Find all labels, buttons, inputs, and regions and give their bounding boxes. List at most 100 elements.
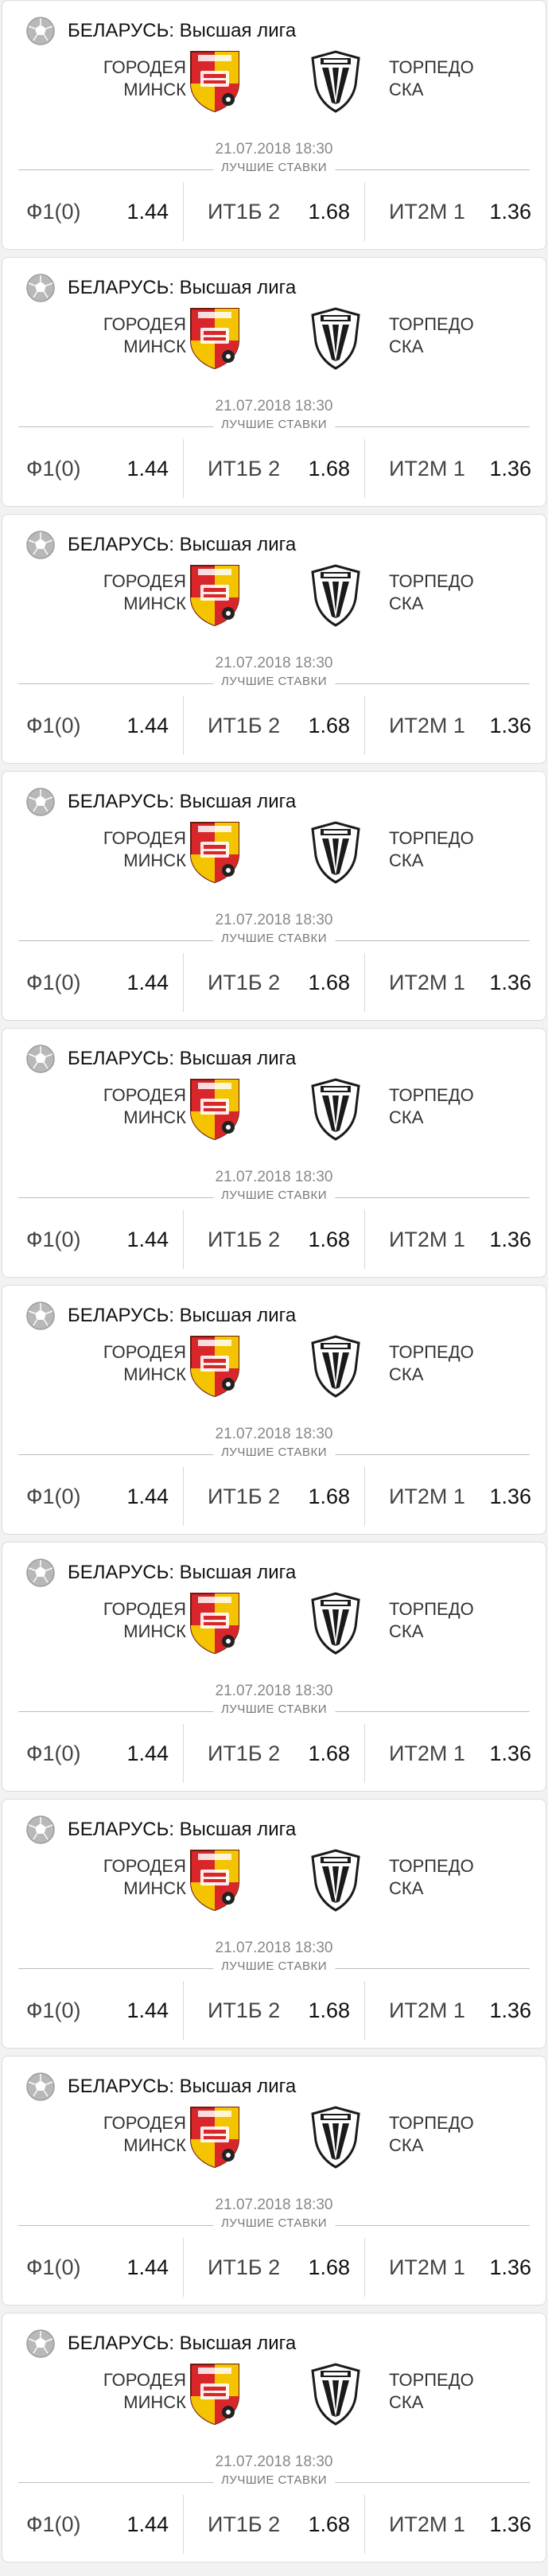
best-bets-divider: ЛУЧШИЕ СТАВКИ xyxy=(18,1189,530,1202)
odd-value: 1.44 xyxy=(126,199,169,224)
match-datetime: 21.07.2018 18:30 xyxy=(215,398,333,414)
match-card[interactable]: БЕЛАРУСЬ: Высшая лига ГОРОДЕЯ МИНСК ТОРП… xyxy=(2,0,546,250)
away-team-line: ТОРПЕДО xyxy=(389,2113,474,2133)
odd-name: ИТ2М 1 xyxy=(389,2512,465,2536)
odd-button[interactable]: ИТ1Б 2 1.68 xyxy=(183,696,364,755)
away-team-logo xyxy=(311,821,360,884)
odd-value: 1.44 xyxy=(126,2512,169,2536)
odd-name: ИТ2М 1 xyxy=(389,713,465,737)
odd-button[interactable]: ИТ2М 1 1.36 xyxy=(364,2495,546,2554)
odd-button[interactable]: Ф1(0) 1.44 xyxy=(2,2495,183,2554)
odd-button[interactable]: ИТ1Б 2 1.68 xyxy=(183,182,364,241)
match-card[interactable]: БЕЛАРУСЬ: Высшая лига ГОРОДЕЯ МИНСК ТОРП… xyxy=(2,514,546,764)
odd-button[interactable]: ИТ1Б 2 1.68 xyxy=(183,1981,364,2040)
home-team-logo xyxy=(190,51,239,113)
odd-value: 1.44 xyxy=(126,1484,169,1508)
home-team-logo xyxy=(190,565,239,627)
odd-button[interactable]: ИТ2М 1 1.36 xyxy=(364,1467,546,1526)
odd-button[interactable]: ИТ2М 1 1.36 xyxy=(364,1210,546,1269)
home-team-line: МИНСК xyxy=(123,2135,186,2155)
match-card[interactable]: БЕЛАРУСЬ: Высшая лига ГОРОДЕЯ МИНСК ТОРП… xyxy=(2,1542,546,1792)
odd-value: 1.36 xyxy=(489,970,531,994)
odd-button[interactable]: Ф1(0) 1.44 xyxy=(2,182,183,241)
match-card[interactable]: БЕЛАРУСЬ: Высшая лига ГОРОДЕЯ МИНСК ТОРП… xyxy=(2,1285,546,1535)
home-team-name: ГОРОДЕЯ МИНСК xyxy=(27,2369,186,2414)
odd-button[interactable]: ИТ2М 1 1.36 xyxy=(364,696,546,755)
league-name: БЕЛАРУСЬ: Высшая лига xyxy=(68,2333,297,2354)
soccer-ball-icon xyxy=(26,2072,55,2101)
away-team-name: ТОРПЕДО СКА xyxy=(389,1855,548,1900)
away-team-name: ТОРПЕДО СКА xyxy=(389,313,548,358)
away-team-name: ТОРПЕДО СКА xyxy=(389,570,548,615)
soccer-ball-icon xyxy=(26,274,55,302)
away-team-name: ТОРПЕДО СКА xyxy=(389,827,548,872)
odd-button[interactable]: Ф1(0) 1.44 xyxy=(2,439,183,498)
odd-button[interactable]: Ф1(0) 1.44 xyxy=(2,1724,183,1783)
odd-value: 1.36 xyxy=(489,199,531,224)
away-team-name: ТОРПЕДО СКА xyxy=(389,1341,548,1386)
match-card[interactable]: БЕЛАРУСЬ: Высшая лига ГОРОДЕЯ МИНСК ТОРП… xyxy=(2,1028,546,1278)
best-bets-label: ЛУЧШИЕ СТАВКИ xyxy=(212,1446,336,1459)
odd-button[interactable]: ИТ1Б 2 1.68 xyxy=(183,953,364,1012)
best-bets-divider: ЛУЧШИЕ СТАВКИ xyxy=(18,932,530,945)
home-team-line: ГОРОДЕЯ xyxy=(103,2370,186,2390)
odd-button[interactable]: ИТ2М 1 1.36 xyxy=(364,1981,546,2040)
odd-button[interactable]: ИТ1Б 2 1.68 xyxy=(183,439,364,498)
odd-button[interactable]: Ф1(0) 1.44 xyxy=(2,696,183,755)
league-header: БЕЛАРУСЬ: Высшая лига xyxy=(25,1300,296,1332)
odd-button[interactable]: ИТ2М 1 1.36 xyxy=(364,2238,546,2297)
league-header: БЕЛАРУСЬ: Высшая лига xyxy=(25,2328,296,2360)
odd-button[interactable]: ИТ1Б 2 1.68 xyxy=(183,2495,364,2554)
odd-button[interactable]: ИТ2М 1 1.36 xyxy=(364,439,546,498)
away-team-name: ТОРПЕДО СКА xyxy=(389,1084,548,1129)
odd-button[interactable]: ИТ2М 1 1.36 xyxy=(364,953,546,1012)
odd-value: 1.68 xyxy=(308,2512,350,2536)
away-team-logo xyxy=(311,307,360,370)
odd-button[interactable]: ИТ1Б 2 1.68 xyxy=(183,1724,364,1783)
odd-button[interactable]: Ф1(0) 1.44 xyxy=(2,1467,183,1526)
odds-row: Ф1(0) 1.44 ИТ1Б 2 1.68 ИТ2М 1 1.36 xyxy=(2,2495,546,2554)
away-team-logo xyxy=(311,2106,360,2169)
league-name: БЕЛАРУСЬ: Высшая лига xyxy=(68,1305,297,1326)
match-card[interactable]: БЕЛАРУСЬ: Высшая лига ГОРОДЕЯ МИНСК ТОРП… xyxy=(2,257,546,507)
odd-value: 1.68 xyxy=(308,2255,350,2279)
match-card[interactable]: БЕЛАРУСЬ: Высшая лига ГОРОДЕЯ МИНСК ТОРП… xyxy=(2,1799,546,2049)
match-card[interactable]: БЕЛАРУСЬ: Высшая лига ГОРОДЕЯ МИНСК ТОРП… xyxy=(2,2056,546,2306)
odd-name: Ф1(0) xyxy=(26,713,81,737)
odd-name: Ф1(0) xyxy=(26,456,81,481)
league-header: БЕЛАРУСЬ: Высшая лига xyxy=(25,1814,296,1846)
best-bets-divider: ЛУЧШИЕ СТАВКИ xyxy=(18,1702,530,1716)
odd-button[interactable]: ИТ1Б 2 1.68 xyxy=(183,1467,364,1526)
odd-button[interactable]: ИТ1Б 2 1.68 xyxy=(183,2238,364,2297)
odd-name: Ф1(0) xyxy=(26,2255,81,2279)
match-datetime: 21.07.2018 18:30 xyxy=(215,1940,333,1956)
best-bets-label: ЛУЧШИЕ СТАВКИ xyxy=(212,1959,336,1973)
best-bets-label: ЛУЧШИЕ СТАВКИ xyxy=(212,675,336,688)
away-team-name: ТОРПЕДО СКА xyxy=(389,2369,548,2414)
away-team-logo xyxy=(311,2363,360,2426)
odd-button[interactable]: Ф1(0) 1.44 xyxy=(2,1981,183,2040)
away-team-line: ТОРПЕДО xyxy=(389,828,474,848)
odds-row: Ф1(0) 1.44 ИТ1Б 2 1.68 ИТ2М 1 1.36 xyxy=(2,1210,546,1269)
soccer-ball-icon xyxy=(26,2329,55,2358)
odd-button[interactable]: ИТ2М 1 1.36 xyxy=(364,1724,546,1783)
odd-name: Ф1(0) xyxy=(26,1484,81,1508)
odd-button[interactable]: Ф1(0) 1.44 xyxy=(2,1210,183,1269)
best-bets-divider: ЛУЧШИЕ СТАВКИ xyxy=(18,2216,530,2230)
odd-button[interactable]: ИТ2М 1 1.36 xyxy=(364,182,546,241)
away-team-logo xyxy=(311,1335,360,1398)
odd-name: ИТ1Б 2 xyxy=(208,1741,281,1765)
match-datetime: 21.07.2018 18:30 xyxy=(215,912,333,928)
odd-name: ИТ2М 1 xyxy=(389,1741,465,1765)
match-card[interactable]: БЕЛАРУСЬ: Высшая лига ГОРОДЕЯ МИНСК ТОРП… xyxy=(2,2313,546,2562)
odd-value: 1.36 xyxy=(489,1484,531,1508)
away-team-line: СКА xyxy=(389,337,424,356)
best-bets-label: ЛУЧШИЕ СТАВКИ xyxy=(212,932,336,945)
league-header: БЕЛАРУСЬ: Высшая лига xyxy=(25,1043,296,1075)
odd-button[interactable]: Ф1(0) 1.44 xyxy=(2,2238,183,2297)
odd-button[interactable]: ИТ1Б 2 1.68 xyxy=(183,1210,364,1269)
match-card[interactable]: БЕЛАРУСЬ: Высшая лига ГОРОДЕЯ МИНСК ТОРП… xyxy=(2,771,546,1021)
home-team-name: ГОРОДЕЯ МИНСК xyxy=(27,1598,186,1643)
league-name: БЕЛАРУСЬ: Высшая лига xyxy=(68,20,297,41)
odd-button[interactable]: Ф1(0) 1.44 xyxy=(2,953,183,1012)
